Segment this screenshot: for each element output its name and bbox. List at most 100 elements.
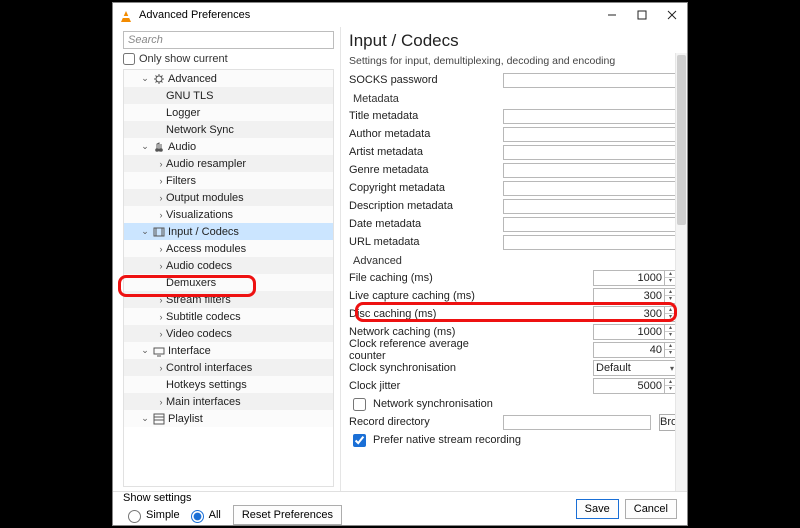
metadata-section-header: Metadata <box>349 93 677 105</box>
tree-item[interactable]: ⌄Input / Codecs <box>124 223 333 240</box>
minimize-button[interactable] <box>597 4 627 26</box>
all-radio[interactable]: All <box>186 507 221 523</box>
expand-icon: › <box>156 329 166 339</box>
expand-icon: ⌄ <box>140 226 150 237</box>
audio-icon <box>152 140 166 154</box>
expand-icon: ⌄ <box>140 345 150 356</box>
tree-item-label: Output modules <box>166 192 244 204</box>
number-input[interactable]: 1000▴▾ <box>593 324 677 340</box>
sidebar: Search Only show current ⌄AdvancedGNU TL… <box>113 27 341 491</box>
preferences-tree[interactable]: ⌄AdvancedGNU TLSLoggerNetwork Sync⌄Audio… <box>123 69 334 487</box>
socks-password-input[interactable] <box>503 73 677 88</box>
expand-icon: › <box>156 312 166 322</box>
expand-icon: › <box>156 244 166 254</box>
tree-item-label: Access modules <box>166 243 246 255</box>
expand-icon: › <box>156 159 166 169</box>
tree-item-label: Subtitle codecs <box>166 311 241 323</box>
field-label: Artist metadata <box>349 146 499 158</box>
field-label: Description metadata <box>349 200 499 212</box>
tree-item[interactable]: ›Audio codecs <box>124 257 333 274</box>
maximize-button[interactable] <box>627 4 657 26</box>
number-input[interactable]: 40▴▾ <box>593 342 677 358</box>
field-label: Author metadata <box>349 128 499 140</box>
tree-item[interactable]: Logger <box>124 104 333 121</box>
field-label: Clock reference average counter <box>349 338 499 362</box>
footer: Show settings Simple All Reset Preferenc… <box>113 491 687 525</box>
tree-item[interactable]: Hotkeys settings <box>124 376 333 393</box>
tree-item-label: Demuxers <box>166 277 216 289</box>
tree-item-label: Advanced <box>168 73 217 85</box>
tree-item[interactable]: ›Video codecs <box>124 325 333 342</box>
expand-icon: › <box>156 176 166 186</box>
socks-password-label: SOCKS password <box>349 74 499 86</box>
tree-item[interactable]: ›Output modules <box>124 189 333 206</box>
window-title: Advanced Preferences <box>139 9 250 21</box>
show-settings-label: Show settings <box>123 492 342 504</box>
tree-item-label: Interface <box>168 345 211 357</box>
expand-icon: › <box>156 210 166 220</box>
tree-item[interactable]: ›Subtitle codecs <box>124 308 333 325</box>
metadata-input[interactable] <box>503 235 677 250</box>
expand-icon: › <box>156 193 166 203</box>
number-input[interactable]: 1000▴▾ <box>593 270 677 286</box>
tree-item[interactable]: ⌄Audio <box>124 138 333 155</box>
tree-item-label: Logger <box>166 107 200 119</box>
iface-icon <box>152 344 166 358</box>
tree-item[interactable]: ›Main interfaces <box>124 393 333 410</box>
search-input[interactable]: Search <box>123 31 334 49</box>
prefer-native-checkbox[interactable]: Prefer native stream recording <box>349 431 521 450</box>
cancel-button[interactable]: Cancel <box>625 499 677 519</box>
record-directory-input[interactable] <box>503 415 651 430</box>
field-label: File caching (ms) <box>349 272 499 284</box>
tree-item[interactable]: ⌄ Interface <box>124 342 333 359</box>
metadata-input[interactable] <box>503 109 677 124</box>
tree-item[interactable]: ⌄Playlist <box>124 410 333 427</box>
page-subtitle: Settings for input, demultiplexing, deco… <box>349 55 677 67</box>
tree-item[interactable]: ⌄Advanced <box>124 70 333 87</box>
tree-item[interactable]: ›Stream filters <box>124 291 333 308</box>
tree-item[interactable]: ›Control interfaces <box>124 359 333 376</box>
reset-preferences-button[interactable]: Reset Preferences <box>233 505 342 525</box>
metadata-input[interactable] <box>503 199 677 214</box>
tree-item[interactable]: ›Visualizations <box>124 206 333 223</box>
number-input[interactable]: 300▴▾ <box>593 306 677 322</box>
number-input[interactable]: 5000▴▾ <box>593 378 677 394</box>
title-bar: Advanced Preferences <box>113 3 687 27</box>
expand-icon: › <box>156 397 166 407</box>
close-button[interactable] <box>657 4 687 26</box>
simple-radio[interactable]: Simple <box>123 507 180 523</box>
tree-item-label: Main interfaces <box>166 396 241 408</box>
tree-item-label: Hotkeys settings <box>166 379 247 391</box>
scrollbar-thumb[interactable] <box>677 55 686 225</box>
metadata-input[interactable] <box>503 217 677 232</box>
tree-item[interactable]: ›Access modules <box>124 240 333 257</box>
field-label: Copyright metadata <box>349 182 499 194</box>
metadata-input[interactable] <box>503 181 677 196</box>
tree-item[interactable]: ›Filters <box>124 172 333 189</box>
only-show-current-checkbox[interactable]: Only show current <box>123 53 334 65</box>
network-sync-checkbox[interactable]: Network synchronisation <box>349 395 493 414</box>
tree-item-label: Control interfaces <box>166 362 252 374</box>
combo-input[interactable]: Default▾ <box>593 360 677 376</box>
metadata-input[interactable] <box>503 127 677 142</box>
tree-item[interactable]: Network Sync <box>124 121 333 138</box>
tree-item[interactable]: Demuxers <box>124 274 333 291</box>
expand-icon: › <box>156 295 166 305</box>
number-input[interactable]: 300▴▾ <box>593 288 677 304</box>
tree-item[interactable]: ›Audio resampler <box>124 155 333 172</box>
metadata-input[interactable] <box>503 145 677 160</box>
preferences-dialog: Advanced Preferences Search Only show cu… <box>112 2 688 526</box>
save-button[interactable]: Save <box>576 499 619 519</box>
tree-item[interactable]: GNU TLS <box>124 87 333 104</box>
field-label: Title metadata <box>349 110 499 122</box>
scrollbar[interactable] <box>675 53 687 491</box>
field-label: Disc caching (ms) <box>349 308 499 320</box>
field-label: Clock synchronisation <box>349 362 499 374</box>
tree-item-label: Stream filters <box>166 294 231 306</box>
tree-item-label: Audio codecs <box>166 260 232 272</box>
metadata-input[interactable] <box>503 163 677 178</box>
tree-item-label: Visualizations <box>166 209 233 221</box>
field-label: Date metadata <box>349 218 499 230</box>
expand-icon: ⌄ <box>140 141 150 152</box>
tree-item-label: Playlist <box>168 413 203 425</box>
